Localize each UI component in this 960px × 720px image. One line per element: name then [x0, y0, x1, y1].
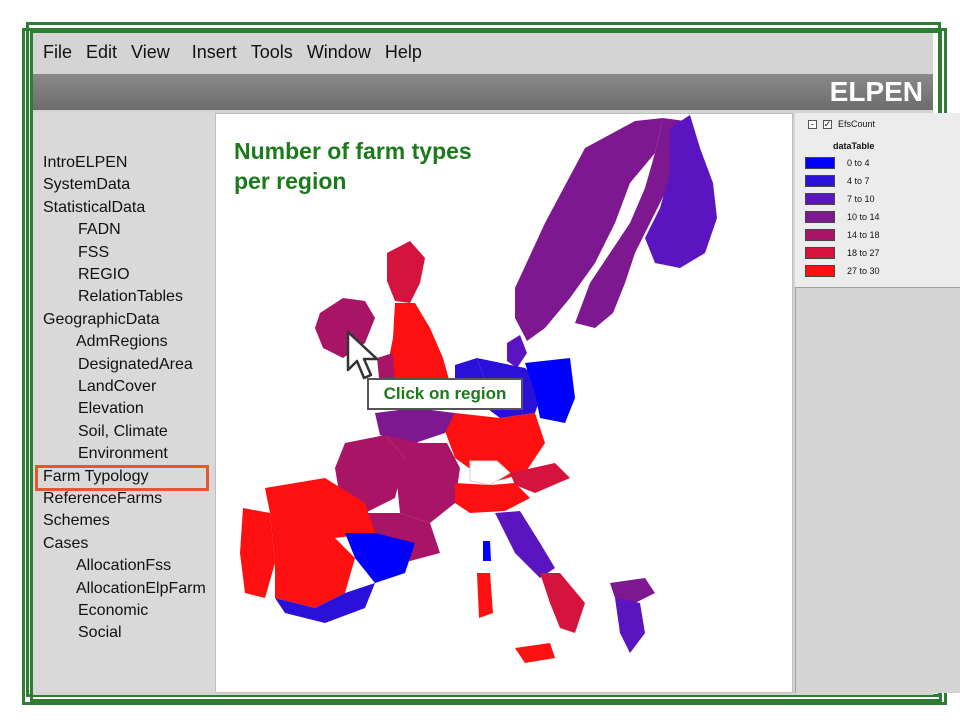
sidebar-item-relationtables[interactable]: RelationTables: [78, 288, 183, 306]
map-region-italy-center: [495, 511, 555, 578]
legend-swatch: [805, 247, 835, 259]
sidebar-item-allocationfss[interactable]: AllocationFss: [76, 557, 171, 575]
click-on-region-callout: Click on region: [367, 378, 523, 410]
sidebar-item-systemdata[interactable]: SystemData: [43, 176, 130, 194]
legend-class-row: 18 to 27: [805, 246, 880, 260]
legend-class-label: 10 to 14: [847, 212, 880, 222]
sidebar-item-environment[interactable]: Environment: [78, 445, 168, 463]
layer-visible-checkbox[interactable]: ✓: [823, 119, 832, 129]
map-region-italy-south: [540, 573, 585, 633]
map-region-denmark: [507, 335, 527, 368]
sidebar-item-statisticaldata[interactable]: StatisticalData: [43, 199, 145, 217]
legend-class-row: 7 to 10: [805, 192, 875, 206]
sidebar-item-referencefarms[interactable]: ReferenceFarms: [43, 490, 162, 508]
legend-class-label: 27 to 30: [847, 266, 880, 276]
menu-help[interactable]: Help: [385, 42, 422, 63]
sidebar-item-geographicdata[interactable]: GeographicData: [43, 311, 160, 329]
map-region-sicily: [515, 643, 555, 663]
map-region-scotland: [387, 241, 425, 303]
legend-layer-name: EfsCount: [838, 119, 876, 129]
map-title-line-1: Number of farm types: [234, 138, 472, 164]
legend-class-label: 14 to 18: [847, 230, 880, 240]
sidebar-item-regio[interactable]: REGIO: [78, 266, 130, 284]
map-title-line-2: per region: [234, 168, 347, 194]
menu-file[interactable]: File: [43, 42, 72, 63]
sidebar-item-schemes[interactable]: Schemes: [43, 512, 110, 530]
legend-swatch: [805, 193, 835, 205]
menu-edit[interactable]: Edit: [86, 42, 117, 63]
map-title: Number of farm types per region: [234, 136, 534, 196]
legend-class-row: 27 to 30: [805, 264, 880, 278]
legend-swatch: [805, 265, 835, 277]
map-region-italy-north: [455, 483, 530, 513]
menu-view[interactable]: View: [131, 42, 170, 63]
sidebar-item-designatedarea[interactable]: DesignatedArea: [78, 356, 193, 374]
legend-swatch: [805, 229, 835, 241]
sidebar-item-fadn[interactable]: FADN: [78, 221, 121, 239]
map-region-corsica: [483, 541, 491, 561]
sidebar-item-admregions[interactable]: AdmRegions: [76, 333, 168, 351]
legend-class-row: 14 to 18: [805, 228, 880, 242]
sidebar-item-elevation[interactable]: Elevation: [78, 400, 144, 418]
legend-class-label: 7 to 10: [847, 194, 875, 204]
legend-layer-header: - ✓ EfsCount: [808, 119, 875, 129]
collapse-layer-icon[interactable]: -: [808, 119, 817, 129]
legend-table-label: dataTable: [833, 141, 875, 151]
map-region-greece-south: [615, 598, 645, 653]
sidebar-item-fss[interactable]: FSS: [78, 244, 109, 262]
legend-swatch: [805, 211, 835, 223]
menu-tools[interactable]: Tools: [251, 42, 293, 63]
legend-class-row: 4 to 7: [805, 174, 870, 188]
sidebar-item-economic[interactable]: Economic: [78, 602, 148, 620]
legend-swatch: [805, 175, 835, 187]
menu-insert[interactable]: Insert: [192, 42, 237, 63]
sidebar-item-soil-climate[interactable]: Soil, Climate: [78, 423, 168, 441]
sidebar-item-cases[interactable]: Cases: [43, 535, 88, 553]
title-bar: ELPEN: [33, 74, 933, 110]
sidebar-nav: IntroELPEN SystemData StatisticalData FA…: [33, 112, 215, 692]
map-region-sardinia: [477, 573, 493, 618]
sidebar-item-allocationelpfarm[interactable]: AllocationElpFarm: [76, 580, 206, 598]
menu-window[interactable]: Window: [307, 42, 371, 63]
app-title: ELPEN: [829, 76, 923, 107]
map-region-spain-east: [345, 533, 415, 583]
menu-bar: File Edit View Insert Tools Window Help: [33, 33, 933, 71]
legend-class-row: 10 to 14: [805, 210, 880, 224]
legend-class-row: 0 to 4: [805, 156, 870, 170]
mouse-pointer-icon: [346, 330, 379, 380]
legend-class-label: 18 to 27: [847, 248, 880, 258]
sidebar-item-social[interactable]: Social: [78, 624, 122, 642]
legend-class-label: 4 to 7: [847, 176, 870, 186]
selected-item-highlight: [35, 465, 209, 491]
sidebar-item-landcover[interactable]: LandCover: [78, 378, 156, 396]
legend-class-label: 0 to 4: [847, 158, 870, 168]
legend-swatch: [805, 157, 835, 169]
map-region-portugal: [240, 508, 275, 598]
sidebar-item-introelpen[interactable]: IntroELPEN: [43, 154, 127, 172]
